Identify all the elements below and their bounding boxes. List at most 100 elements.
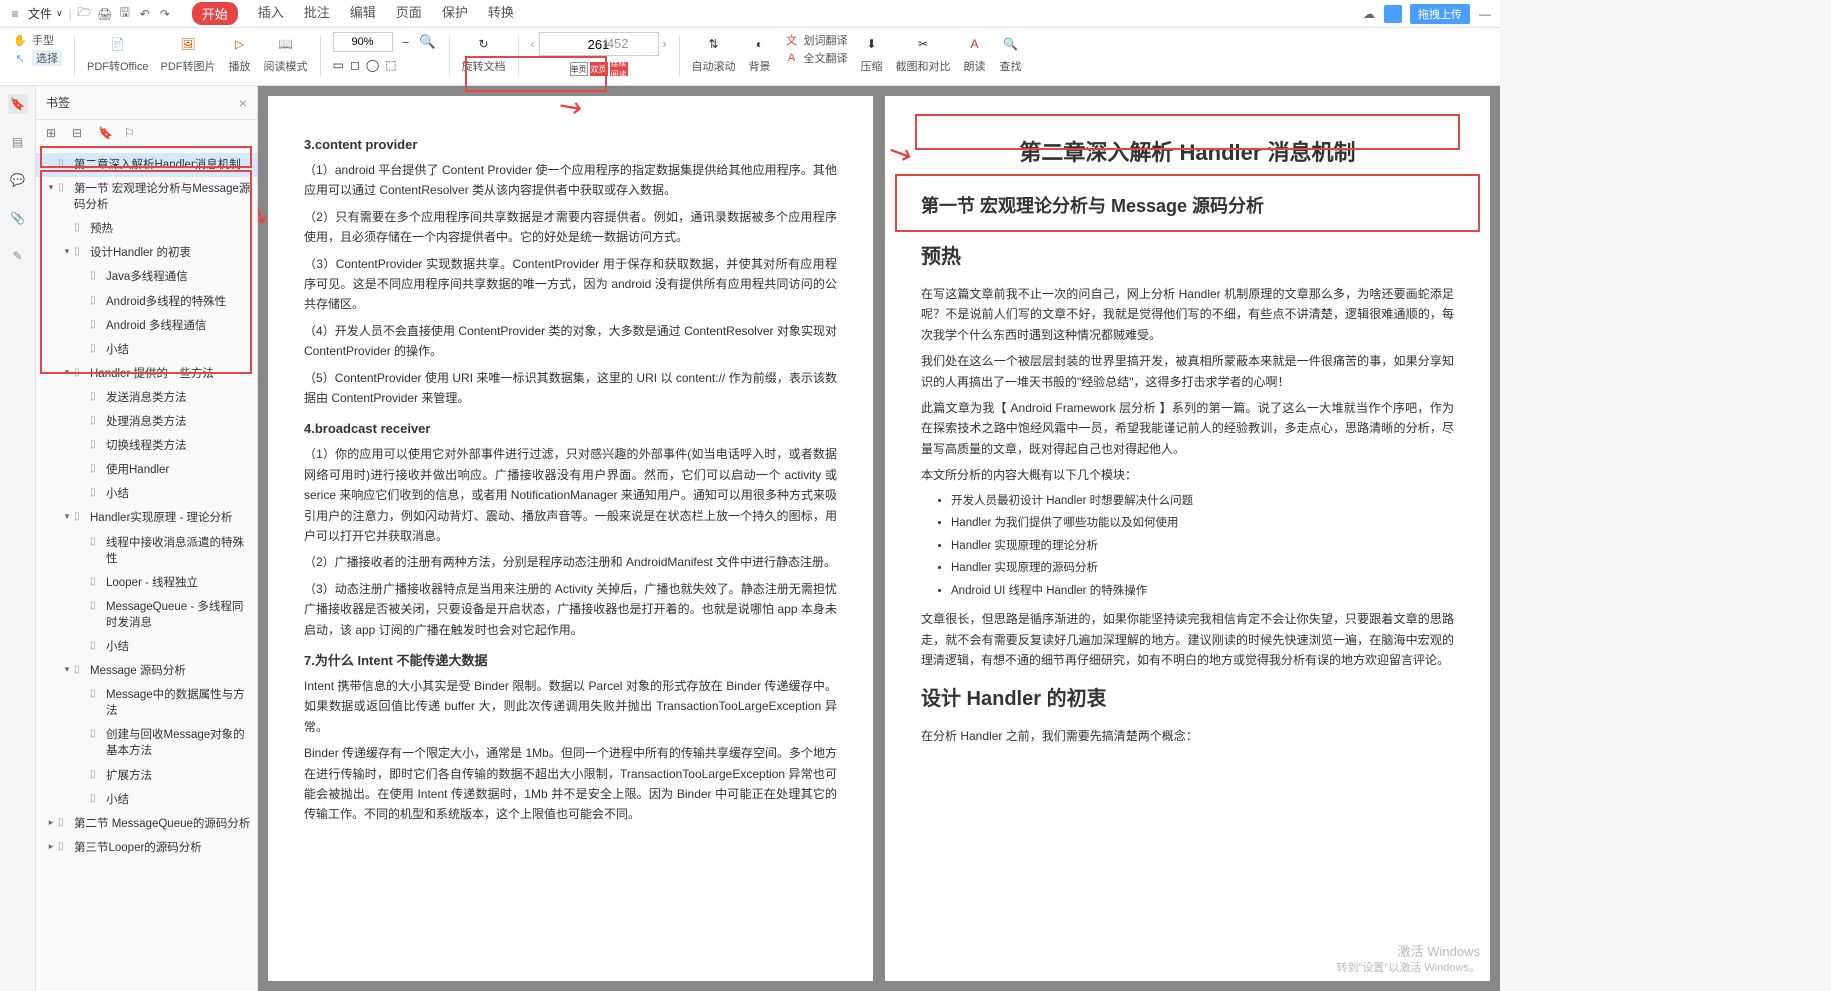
tab-edit[interactable]: 编辑 xyxy=(350,2,376,25)
bookmark-item[interactable]: ▯Android多线程的特殊性 xyxy=(36,290,257,314)
edit-tab-icon[interactable]: ✎ xyxy=(8,246,28,266)
next-page-button[interactable]: › xyxy=(663,37,667,51)
tab-page[interactable]: 页面 xyxy=(396,2,422,25)
subsection-heading: 预热 xyxy=(921,240,1454,274)
pdf-page-right: 第二章深入解析 Handler 消息机制 第一节 宏观理论分析与 Message… xyxy=(885,96,1490,981)
bookmark-tab-icon[interactable]: 🔖 xyxy=(8,94,28,114)
paragraph: 文章很长，但思路是循序渐进的，如果你能坚持读完我相信肯定不会让你失望，只要跟着文… xyxy=(921,609,1454,670)
single-page-view[interactable]: 单页 xyxy=(570,62,588,76)
collapse-all-icon[interactable]: ⊟ xyxy=(72,126,88,142)
fit-icon[interactable]: ⬚ xyxy=(385,58,396,72)
subsection-heading: 设计 Handler 的初衷 xyxy=(921,682,1454,716)
page-number-input[interactable] xyxy=(539,32,659,56)
tab-convert[interactable]: 转换 xyxy=(488,2,514,25)
redo-icon[interactable]: ↷ xyxy=(158,7,172,21)
bookmark-item[interactable]: ▯小结 xyxy=(36,788,257,812)
paragraph: Binder 传递缓存有一个限定大小，通常是 1Mb。但同一个进程中所有的传输共… xyxy=(304,743,837,825)
pdf-to-office[interactable]: 📄 PDF转Office xyxy=(83,32,153,74)
bookmark-item[interactable]: ▾▯Handler实现原理 - 理论分析 xyxy=(36,506,257,530)
background-button[interactable]: ◐ 背景 xyxy=(744,32,776,74)
cloud-sync-icon[interactable]: ☁ xyxy=(1362,7,1376,21)
bookmark-item[interactable]: ▸▯第三节Looper的源码分析 xyxy=(36,836,257,860)
double-page-view[interactable]: 双页 xyxy=(590,62,608,76)
tab-protect[interactable]: 保护 xyxy=(442,2,468,25)
page-total: /452 xyxy=(603,36,628,51)
fit-page-icon[interactable]: ◻ xyxy=(350,58,360,72)
bookmark-item[interactable]: ▯扩展方法 xyxy=(36,764,257,788)
find-button[interactable]: 🔍 查找 xyxy=(995,32,1027,74)
outline-tab-icon[interactable]: ▤ xyxy=(8,132,28,152)
fit-width-icon[interactable]: ▭ xyxy=(333,58,344,72)
bookmark-item[interactable]: ▯发送消息类方法 xyxy=(36,386,257,410)
read-mode[interactable]: 📖 阅读模式 xyxy=(260,32,312,74)
full-translate[interactable]: A全文翻译 xyxy=(784,50,848,66)
undo-icon[interactable]: ↶ xyxy=(138,7,152,21)
bookmark-item[interactable]: ▯Looper - 线程独立 xyxy=(36,571,257,595)
open-icon[interactable]: 🗁 xyxy=(78,7,92,21)
bookmark-item[interactable]: ▯小结 xyxy=(36,338,257,362)
comment-tab-icon[interactable]: 💬 xyxy=(8,170,28,190)
continuous-view[interactable]: 连续阅读 xyxy=(610,62,628,76)
compress-button[interactable]: ⬇ 压缩 xyxy=(856,32,888,74)
add-bookmark-icon[interactable]: 🔖 xyxy=(98,126,114,142)
bookmark-item[interactable]: ▯切换线程类方法 xyxy=(36,434,257,458)
section-heading: 3.content provider xyxy=(304,134,837,156)
actual-size-icon[interactable]: ◯ xyxy=(366,58,379,72)
attachment-tab-icon[interactable]: 📎 xyxy=(8,208,28,228)
zoom-select[interactable] xyxy=(333,32,393,52)
bookmark-item[interactable]: ▾▯第一节 宏观理论分析与Message源码分析 xyxy=(36,177,257,217)
word-translate[interactable]: 文划词翻译 xyxy=(784,32,848,48)
paragraph: （4）开发人员不会直接使用 ContentProvider 类的对象，大多数是通… xyxy=(304,321,837,362)
bookmark-item[interactable]: ▯处理消息类方法 xyxy=(36,410,257,434)
close-panel-button[interactable]: × xyxy=(239,95,247,111)
hand-tool[interactable]: ✋手型 xyxy=(12,32,62,48)
paragraph: （2）广播接收者的注册有两种方法，分别是程序动态注册和 AndroidManif… xyxy=(304,552,837,572)
file-menu[interactable]: 文件∨ xyxy=(28,5,63,22)
read-aloud-button[interactable]: A 朗读 xyxy=(959,32,991,74)
print-icon[interactable]: 🖨 xyxy=(98,7,112,21)
bookmark-item[interactable]: ▯预热 xyxy=(36,217,257,241)
bookmark-item[interactable]: ▾▯Handler 提供的一些方法 xyxy=(36,362,257,386)
bookmark-item[interactable]: ▯小结 xyxy=(36,635,257,659)
zoom-out-button[interactable]: − xyxy=(397,33,415,51)
bookmark-item[interactable]: ▯线程中接收消息派遣的特殊性 xyxy=(36,531,257,571)
bookmark-item[interactable]: ▯第二章深入解析Handler消息机制 xyxy=(36,153,257,177)
list-item: 开发人员最初设计 Handler 时想要解决什么问题 xyxy=(951,492,1454,512)
cloud-badge-icon[interactable] xyxy=(1384,5,1402,23)
app-menu-icon[interactable]: ≡ xyxy=(8,7,22,21)
bookmark-item[interactable]: ▯Java多线程通信 xyxy=(36,265,257,289)
pdf-to-image[interactable]: 🖼 PDF转图片 xyxy=(157,32,220,74)
save-icon[interactable]: 🖫 xyxy=(118,7,132,21)
section-heading: 7.为什么 Intent 不能传递大数据 xyxy=(304,650,837,672)
rotate-button[interactable]: ↻ 旋转文档 xyxy=(458,32,510,74)
tab-annotate[interactable]: 批注 xyxy=(304,2,330,25)
screenshot-button[interactable]: ✂ 截图和对比 xyxy=(892,32,955,74)
select-tool[interactable]: ↖选择 xyxy=(12,50,62,66)
bookmark-item[interactable]: ▾▯Message 源码分析 xyxy=(36,659,257,683)
bookmark-item[interactable]: ▯MessageQueue - 多线程同时发消息 xyxy=(36,595,257,635)
section-heading: 4.broadcast receiver xyxy=(304,418,837,440)
play-button[interactable]: ▷ 播放 xyxy=(224,32,256,74)
expand-all-icon[interactable]: ⊞ xyxy=(46,126,62,142)
auto-scroll[interactable]: ⇅ 自动滚动 xyxy=(688,32,740,74)
bookmark-item[interactable]: ▯Message中的数据属性与方法 xyxy=(36,683,257,723)
bookmark-item[interactable]: ▯创建与回收Message对象的基本方法 xyxy=(36,723,257,763)
minimize-icon[interactable]: — xyxy=(1478,7,1492,21)
bookmark-item[interactable]: ▯Android 多线程通信 xyxy=(36,314,257,338)
bookmark-item[interactable]: ▯小结 xyxy=(36,482,257,506)
bookmark-item[interactable]: ▯使用Handler xyxy=(36,458,257,482)
tab-insert[interactable]: 插入 xyxy=(258,2,284,25)
bookmark-item[interactable]: ▾▯设计Handler 的初衷 xyxy=(36,241,257,265)
bookmark-panel-title: 书签 xyxy=(46,94,70,111)
bookmark-flag-icon[interactable]: ⚐ xyxy=(124,126,140,142)
prev-page-button[interactable]: ‹ xyxy=(531,37,535,51)
paragraph: （2）只有需要在多个应用程序间共享数据是才需要内容提供者。例如，通讯录数据被多个… xyxy=(304,207,837,248)
paragraph: （1）android 平台提供了 Content Provider 使一个应用程… xyxy=(304,160,837,201)
tab-start[interactable]: 开始 xyxy=(192,2,238,25)
upload-button[interactable]: 拖拽上传 xyxy=(1410,4,1470,24)
zoom-in-button[interactable]: 🔍 xyxy=(419,33,437,51)
paragraph: Intent 携带信息的大小其实是受 Binder 限制。数据以 Parcel … xyxy=(304,676,837,737)
bookmark-item[interactable]: ▸▯第二节 MessageQueue的源码分析 xyxy=(36,812,257,836)
list-item: Android UI 线程中 Handler 的特殊操作 xyxy=(951,582,1454,602)
list-item: Handler 为我们提供了哪些功能以及如何使用 xyxy=(951,514,1454,534)
